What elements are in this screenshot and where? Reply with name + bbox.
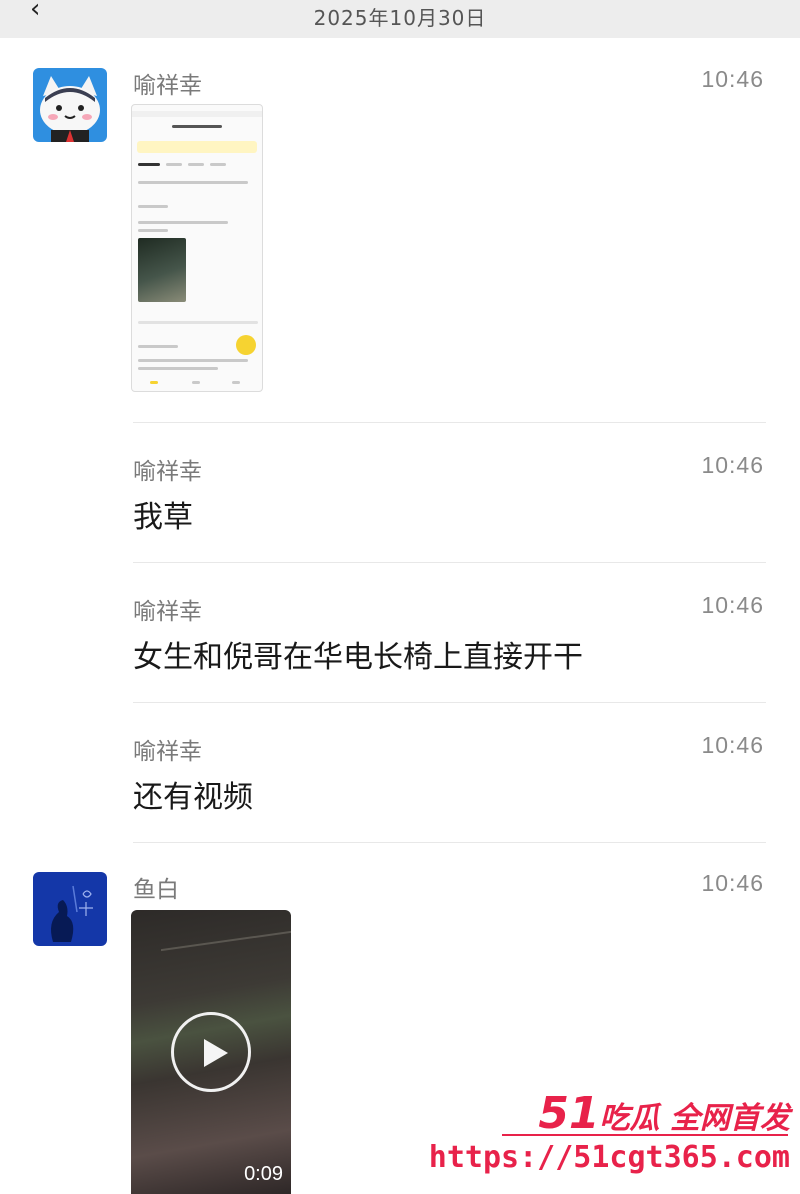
- message-divider: [133, 702, 766, 703]
- play-icon[interactable]: [171, 1012, 251, 1092]
- video-message-thumbnail[interactable]: 0:09: [131, 910, 291, 1194]
- message-divider: [133, 422, 766, 423]
- sender-name: 鱼白: [133, 877, 179, 903]
- message-text: 女生和倪哥在华电长椅上直接开干: [133, 640, 583, 675]
- avatar[interactable]: [33, 68, 107, 142]
- message-divider: [133, 562, 766, 563]
- message-item: 喻祥幸 10:46 我草: [0, 440, 800, 580]
- sender-name: 喻祥幸: [133, 599, 202, 625]
- avatar[interactable]: [33, 872, 107, 946]
- thumbnail-fab-icon: [236, 335, 256, 355]
- watermark-url: https://51cgt365.com: [428, 1140, 790, 1175]
- sender-name: 喻祥幸: [133, 73, 202, 99]
- message-text: 还有视频: [133, 780, 253, 815]
- message-time: 10:46: [701, 870, 764, 896]
- message-time: 10:46: [701, 452, 764, 478]
- watermark-brand: 51吃瓜 全网首发: [538, 1088, 790, 1139]
- date-divider: 2025年10月30日: [313, 6, 487, 30]
- message-item: 喻祥幸 10:46: [0, 40, 800, 440]
- sender-name: 喻祥幸: [133, 459, 202, 485]
- watermark-rule: [502, 1134, 788, 1136]
- video-duration: 0:09: [244, 1163, 283, 1185]
- message-item: 喻祥幸 10:46 还有视频: [0, 720, 800, 860]
- thumbnail-photo: [138, 238, 186, 302]
- chat-header: ‹ 2025年10月30日: [0, 0, 800, 38]
- message-text: 我草: [133, 500, 193, 535]
- message-time: 10:46: [701, 66, 764, 92]
- image-message-thumbnail[interactable]: [131, 104, 263, 392]
- message-time: 10:46: [701, 592, 764, 618]
- message-item: 喻祥幸 10:46 女生和倪哥在华电长椅上直接开干: [0, 580, 800, 720]
- sender-name: 喻祥幸: [133, 739, 202, 765]
- message-time: 10:46: [701, 732, 764, 758]
